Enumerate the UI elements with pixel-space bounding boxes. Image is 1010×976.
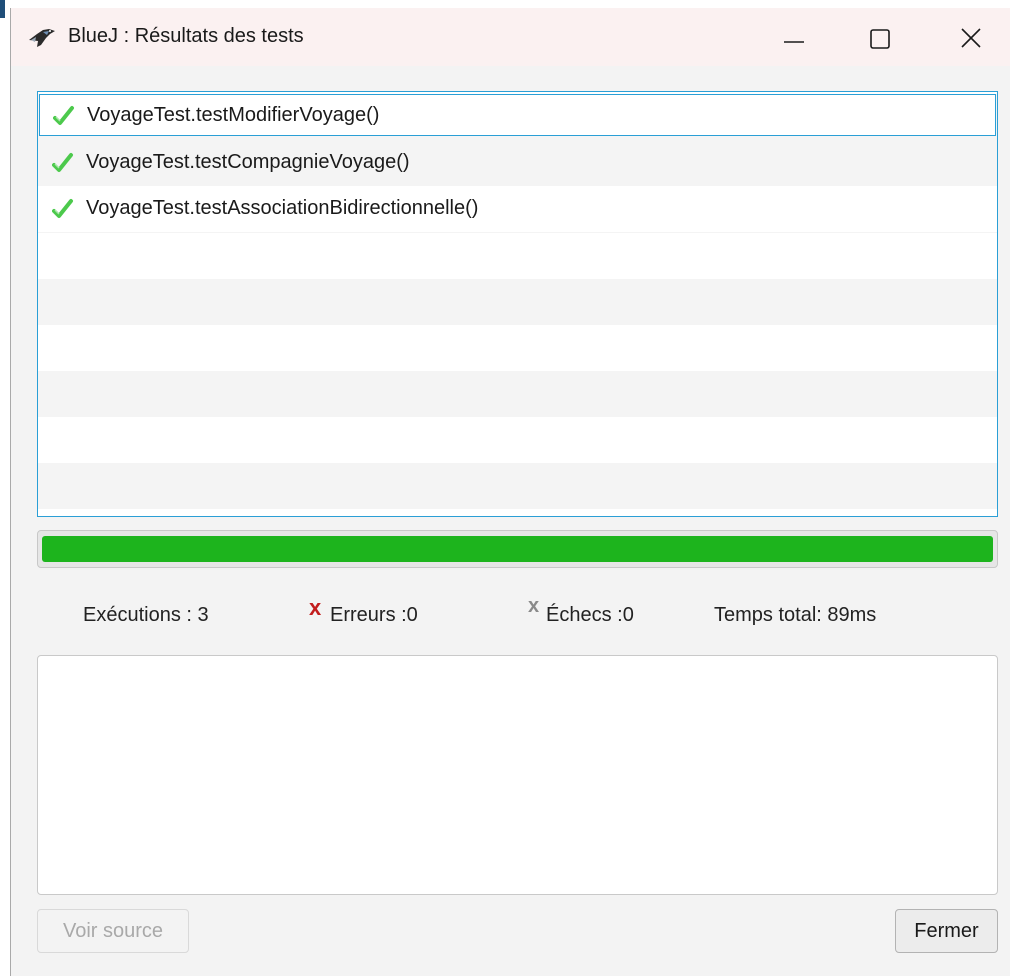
pass-check-icon	[53, 106, 74, 125]
test-results-window: BlueJ : Résultats des tests VoyageTest.t…	[10, 8, 1010, 976]
test-progress-bar	[37, 530, 998, 568]
list-stripe	[38, 325, 997, 371]
window-title: BlueJ : Résultats des tests	[68, 25, 304, 47]
runs-count: Exécutions : 3	[83, 604, 209, 626]
test-name: VoyageTest.testAssociationBidirectionnel…	[86, 197, 479, 219]
test-row[interactable]: VoyageTest.testAssociationBidirectionnel…	[38, 186, 997, 232]
list-stripe	[38, 463, 997, 509]
error-x-icon: x	[309, 595, 322, 620]
pass-check-icon	[52, 199, 73, 218]
view-source-button[interactable]: Voir source	[37, 909, 189, 953]
pass-check-icon	[52, 153, 73, 172]
bluej-bird-icon	[29, 29, 55, 47]
close-button[interactable]: Fermer	[895, 909, 998, 953]
failure-x-icon: x	[528, 595, 540, 617]
minimize-button[interactable]	[771, 18, 817, 58]
background-window-edge	[0, 0, 5, 18]
close-window-button[interactable]	[948, 18, 994, 58]
test-results-list[interactable]: VoyageTest.testModifierVoyage() VoyageTe…	[37, 91, 998, 517]
test-row[interactable]: VoyageTest.testCompagnieVoyage()	[38, 140, 997, 186]
progress-fill	[42, 536, 993, 562]
list-stripe	[38, 417, 997, 463]
failure-details-textarea[interactable]	[37, 655, 998, 895]
maximize-button[interactable]	[856, 18, 902, 58]
minimize-icon	[784, 41, 804, 43]
list-stripe	[38, 279, 997, 325]
title-bar[interactable]: BlueJ : Résultats des tests	[11, 8, 1010, 66]
test-row[interactable]: VoyageTest.testModifierVoyage()	[39, 94, 996, 136]
test-name: VoyageTest.testModifierVoyage()	[87, 104, 380, 126]
close-icon	[961, 28, 981, 48]
total-time: Temps total: 89ms	[714, 604, 877, 626]
test-name: VoyageTest.testCompagnieVoyage()	[86, 151, 410, 173]
list-stripe	[38, 233, 997, 279]
desktop-backdrop	[0, 0, 10, 976]
failures-count: Échecs :0	[546, 604, 634, 626]
maximize-icon	[870, 29, 890, 49]
list-stripe	[38, 371, 997, 417]
errors-count: Erreurs :0	[330, 604, 418, 626]
